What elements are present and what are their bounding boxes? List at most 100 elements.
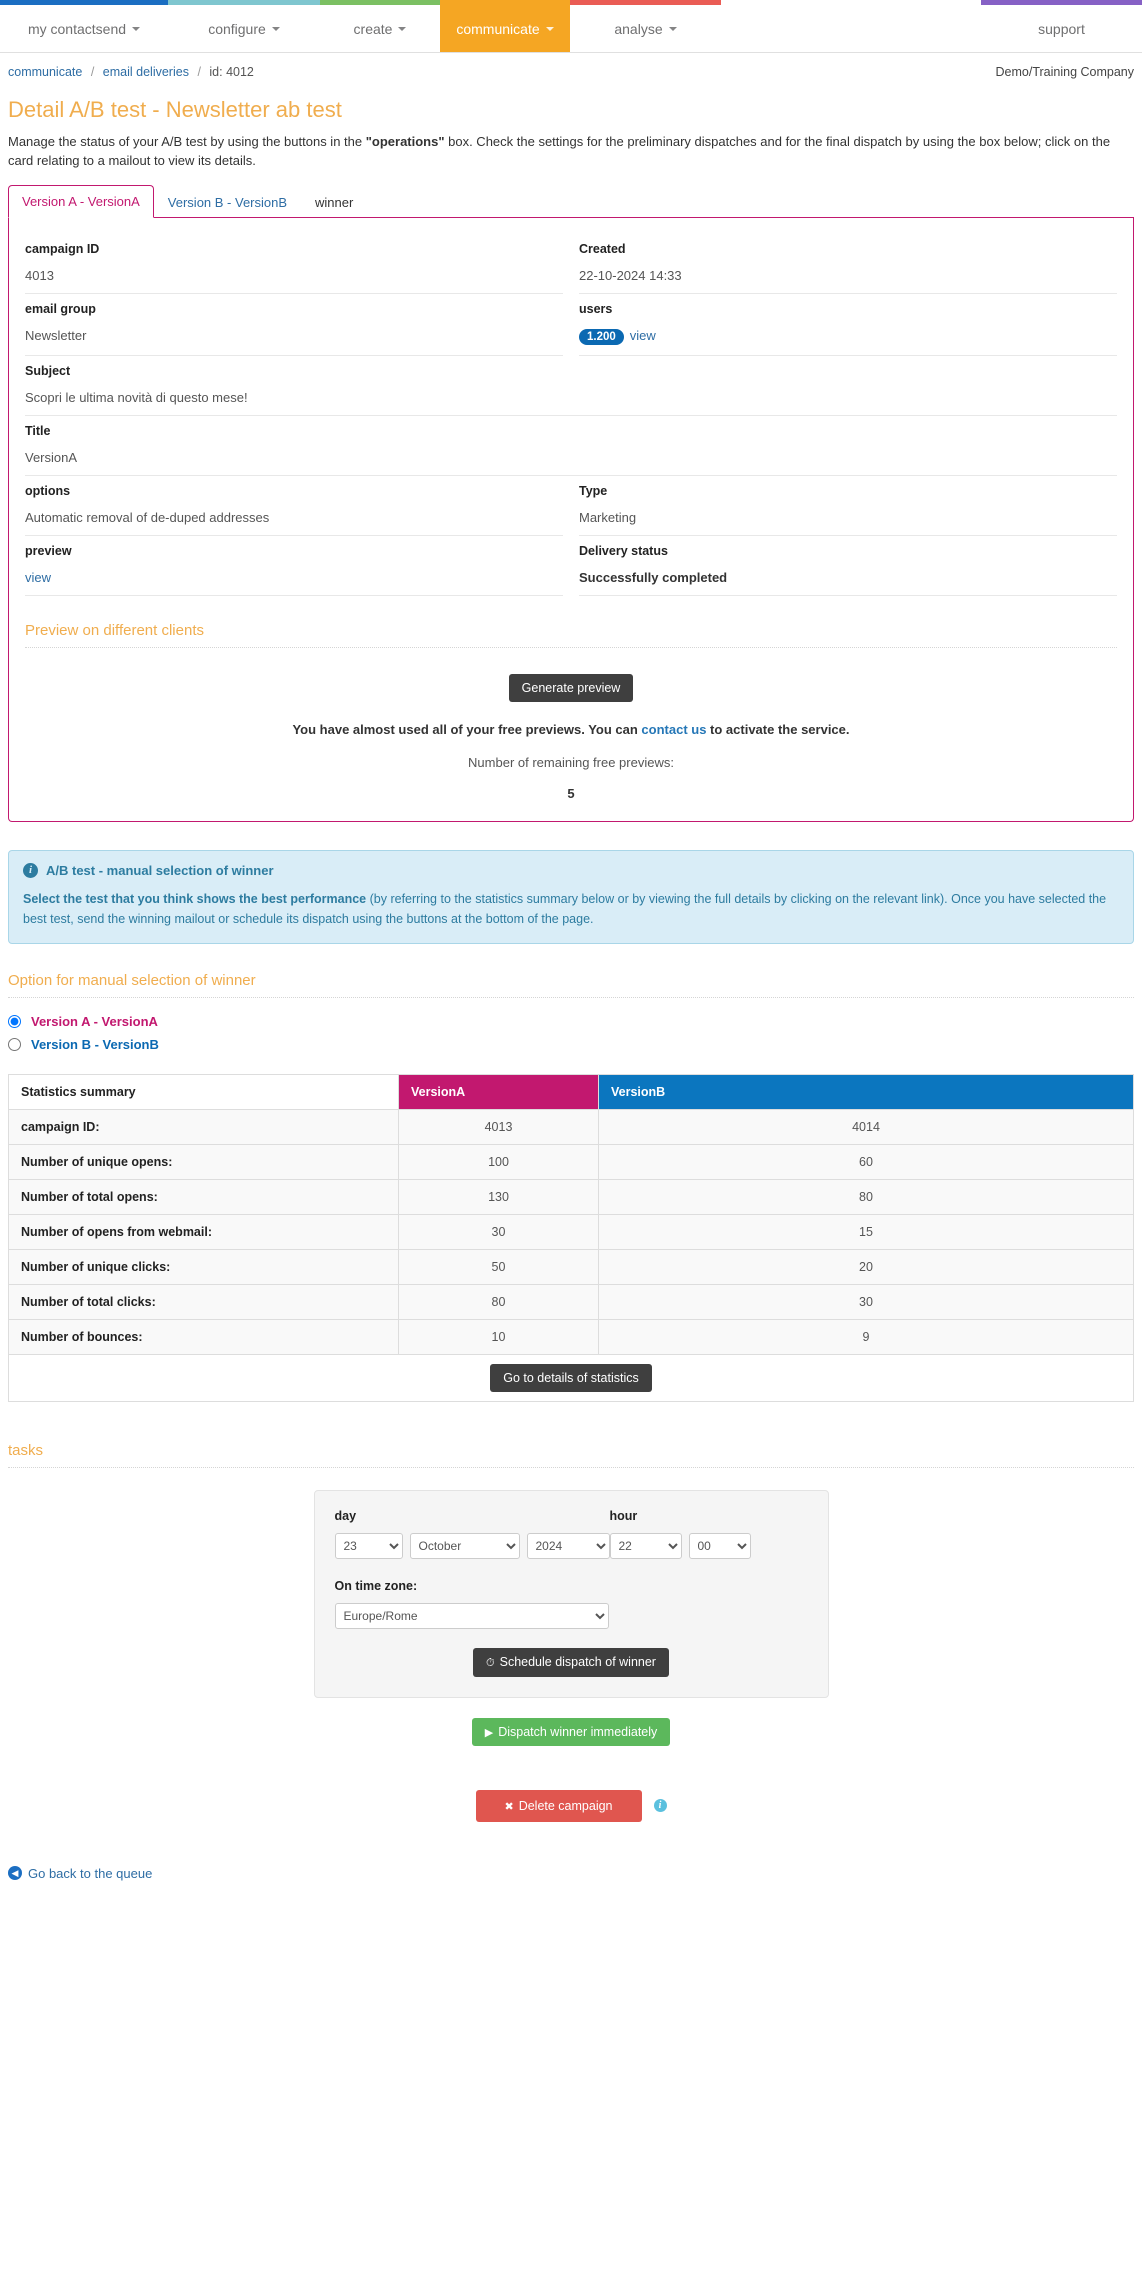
label-day: day xyxy=(334,1508,357,1523)
stats-cell-a: 100 xyxy=(398,1143,599,1180)
go-back-to-queue-link[interactable]: ◀ Go back to the queue xyxy=(8,1866,1142,1881)
select-timezone[interactable]: Europe/Rome xyxy=(334,1602,609,1629)
detail-row-subject: Subject Scopri le ultima novità di quest… xyxy=(25,356,1117,416)
schedule-button-label: Schedule dispatch of winner xyxy=(499,1654,656,1669)
stats-col-header-version-a: VersionA xyxy=(398,1073,599,1110)
field-options: options Automatic removal of de-duped ad… xyxy=(25,476,563,536)
label-hour: hour xyxy=(609,1508,638,1523)
stats-cell-b: 80 xyxy=(598,1178,1134,1215)
value-delivery-status: Successfully completed xyxy=(579,569,728,585)
stats-row-label: Number of total clicks: xyxy=(8,1283,399,1320)
radio-version-b[interactable] xyxy=(8,1037,21,1051)
nav-item-support[interactable]: support xyxy=(981,0,1142,52)
preview-view-link[interactable]: view xyxy=(25,570,51,585)
value-email-group: Newsletter xyxy=(25,327,87,343)
radio-version-a[interactable] xyxy=(8,1014,21,1028)
users-view-link[interactable]: view xyxy=(630,328,656,343)
nav-item-create[interactable]: create xyxy=(320,0,440,52)
label-campaign-id: campaign ID xyxy=(25,241,100,256)
schedule-day-column: day 23 October 2024 xyxy=(334,1508,610,1559)
contact-us-link[interactable]: contact us xyxy=(641,722,706,737)
tab-version-a[interactable]: Version A - VersionA xyxy=(8,184,154,218)
breadcrumb-link-communicate[interactable]: communicate xyxy=(8,65,82,79)
value-title: VersionA xyxy=(25,449,78,465)
field-users: users 1.200 view xyxy=(579,294,1117,356)
stats-cell-b: 4014 xyxy=(598,1108,1134,1145)
label-timezone: On time zone: xyxy=(334,1578,418,1593)
stripe-support xyxy=(981,0,1142,5)
delete-campaign-row: ✖ Delete campaign i xyxy=(0,1789,1142,1822)
stats-footer-row: Go to details of statistics xyxy=(8,1353,1134,1402)
nav-item-my-contactsend[interactable]: my contactsend xyxy=(0,0,168,52)
winner-option-heading: Option for manual selection of winner xyxy=(8,972,1134,998)
value-type: Marketing xyxy=(579,509,637,525)
stats-col-header-version-b: VersionB xyxy=(598,1073,1134,1110)
page-title: Detail A/B test - Newsletter ab test xyxy=(8,97,342,122)
close-icon: ✖ xyxy=(504,1800,514,1813)
nav-label-support: support xyxy=(1038,20,1085,37)
nav-label-my-contactsend: my contactsend xyxy=(27,20,127,37)
breadcrumb-link-email-deliveries[interactable]: email deliveries xyxy=(103,65,189,79)
radio-row-version-b[interactable]: Version B - VersionB xyxy=(8,1037,1134,1052)
nav-item-configure[interactable]: configure xyxy=(168,0,320,52)
statistics-summary-table: Statistics summary VersionA VersionB cam… xyxy=(8,1073,1134,1402)
detail-row-preview-status: preview view Delivery status Successfull… xyxy=(25,536,1117,596)
select-hour[interactable]: 22 xyxy=(609,1532,682,1559)
tab-winner[interactable]: winner xyxy=(301,186,367,218)
stats-cell-b: 20 xyxy=(598,1248,1134,1285)
table-row: Number of unique clicks: 50 20 xyxy=(8,1248,1134,1285)
detail-row-campaign-created: campaign ID 4013 Created 22-10-2024 14:3… xyxy=(25,234,1117,294)
arrow-left-icon: ◀ xyxy=(8,1866,22,1881)
field-type: Type Marketing xyxy=(579,476,1117,536)
version-a-detail-card: campaign ID 4013 Created 22-10-2024 14:3… xyxy=(8,217,1134,822)
alert-body-text: Select the test that you think shows the… xyxy=(23,889,1119,929)
label-options: options xyxy=(25,483,71,498)
dispatch-winner-immediately-button[interactable]: ▶ Dispatch winner immediately xyxy=(471,1717,671,1746)
radio-row-version-a[interactable]: Version A - VersionA xyxy=(8,1014,1134,1029)
stats-cell-a: 4013 xyxy=(398,1108,599,1145)
stats-cell-a: 130 xyxy=(398,1178,599,1215)
generate-preview-button[interactable]: Generate preview xyxy=(508,673,634,702)
stripe-gap xyxy=(721,0,981,5)
chevron-down-icon xyxy=(668,26,677,31)
delete-campaign-button[interactable]: ✖ Delete campaign xyxy=(475,1789,642,1822)
delete-info-icon[interactable]: i xyxy=(653,1799,667,1813)
company-name: Demo/Training Company xyxy=(995,65,1134,79)
chevron-down-icon xyxy=(545,26,554,31)
stats-cell-b: 9 xyxy=(598,1318,1134,1355)
dispatch-button-row: ▶ Dispatch winner immediately xyxy=(0,1717,1142,1746)
stripe-analyse xyxy=(570,0,721,5)
tab-version-b[interactable]: Version B - VersionB xyxy=(154,186,301,218)
stats-row-label: Number of opens from webmail: xyxy=(8,1213,399,1250)
select-day[interactable]: 23 xyxy=(334,1532,403,1559)
select-month[interactable]: October xyxy=(409,1532,520,1559)
stats-row-label: Number of total opens: xyxy=(8,1178,399,1215)
breadcrumb-current-id: id: 4012 xyxy=(209,65,254,79)
remaining-previews-label: Number of remaining free previews: xyxy=(468,754,674,770)
value-preview: view xyxy=(25,570,563,585)
nav-item-communicate[interactable]: communicate xyxy=(440,0,570,52)
nav-label-configure: configure xyxy=(208,20,266,37)
stats-table-body: campaign ID: 4013 4014 Number of unique … xyxy=(8,1108,1134,1355)
select-minute[interactable]: 00 xyxy=(688,1532,751,1559)
breadcrumb-row: communicate / email deliveries / id: 401… xyxy=(0,53,1142,89)
value-created: 22-10-2024 14:33 xyxy=(579,267,682,283)
schedule-dispatch-of-winner-button[interactable]: ⏱ Schedule dispatch of winner xyxy=(473,1647,669,1677)
select-year[interactable]: 2024 xyxy=(526,1532,610,1559)
version-tabs: Version A - VersionA Version B - Version… xyxy=(8,184,1134,218)
label-created: Created xyxy=(579,241,626,256)
nav-label-analyse: analyse xyxy=(614,20,663,37)
preview-clients-heading: Preview on different clients xyxy=(25,622,1117,648)
table-row: Number of unique opens: 100 60 xyxy=(8,1143,1134,1180)
chevron-down-icon xyxy=(132,26,141,31)
value-users: 1.200 view xyxy=(579,328,1117,345)
go-back-label: Go back to the queue xyxy=(28,1865,153,1881)
nav-item-analyse[interactable]: analyse xyxy=(570,0,721,52)
schedule-datetime-row: day 23 October 2024 hour 22 00 xyxy=(334,1508,808,1559)
stripe-create xyxy=(320,0,440,5)
value-subject: Scopri le ultima novità di questo mese! xyxy=(25,389,248,405)
breadcrumb-separator: / xyxy=(197,65,201,79)
go-to-details-of-statistics-button[interactable]: Go to details of statistics xyxy=(490,1363,652,1392)
page-description: Manage the status of your A/B test by us… xyxy=(8,133,1134,171)
